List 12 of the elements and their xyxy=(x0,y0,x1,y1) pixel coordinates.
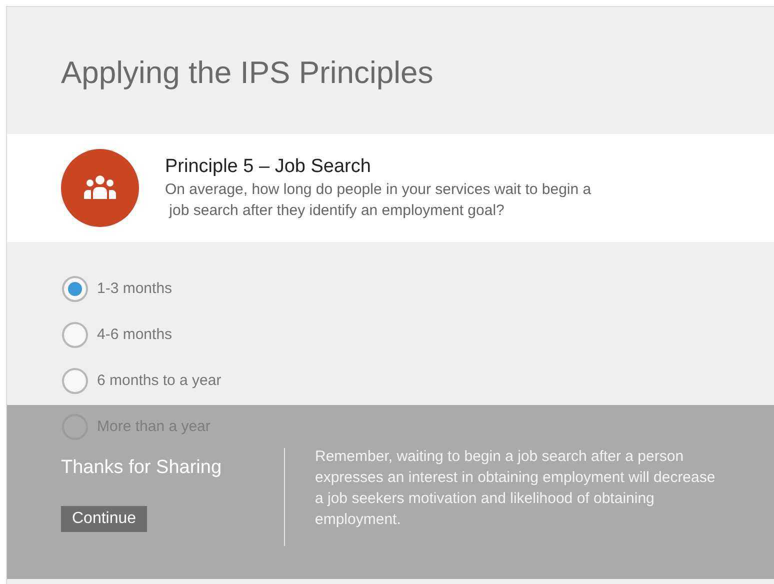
feedback-title: Thanks for Sharing xyxy=(61,456,222,480)
radio-button[interactable] xyxy=(62,368,88,394)
feedback-message: Remember, waiting to begin a job search after a person expresses an interest in obtaining employment will decrease a job seekers motivation and likelihood of obtaining employment. xyxy=(315,447,716,530)
question-text: On average, how long do people in your services wait to begin a job search after they identify an employment goal? xyxy=(165,180,592,221)
radio-button[interactable] xyxy=(62,276,88,302)
option-label: 4-6 months xyxy=(97,324,172,345)
principle-heading: Principle 5 – Job Search xyxy=(165,155,372,179)
option-label: 1-3 months xyxy=(97,278,172,299)
radio-button[interactable] xyxy=(62,322,88,348)
continue-button[interactable]: Continue xyxy=(61,506,148,532)
page-title: Applying the IPS Principles xyxy=(61,54,434,92)
option-label: 6 months to a year xyxy=(97,370,222,391)
